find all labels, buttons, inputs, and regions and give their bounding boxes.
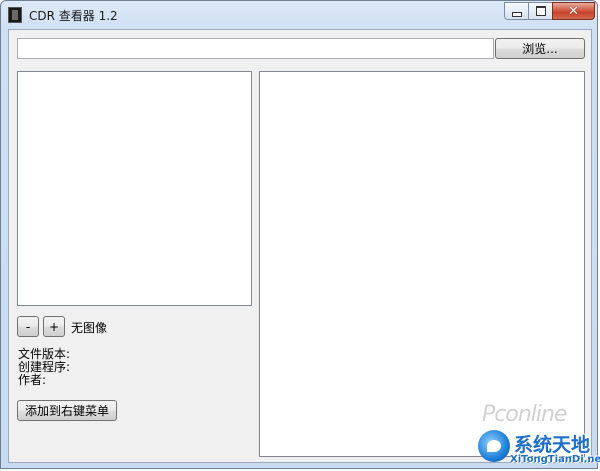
minimize-icon xyxy=(511,11,522,17)
minimize-button[interactable] xyxy=(504,2,529,20)
image-status-label: 无图像 xyxy=(71,321,108,335)
client-area: 浏览... - + 无图像 文件版本: 创建程序: 作者: 添加到右键菜单 xyxy=(8,29,592,463)
maximize-button[interactable] xyxy=(528,2,553,20)
watermark-logo-icon xyxy=(478,430,510,462)
app-icon xyxy=(8,7,22,23)
watermark: Pconline 系统天地 XiTongTianDi.net xyxy=(470,400,600,471)
window-title: CDR 查看器 1.2 xyxy=(29,9,118,23)
watermark-brand-cn: 系统天地 xyxy=(514,434,591,456)
zoom-in-button[interactable]: + xyxy=(43,316,65,337)
add-context-menu-button[interactable]: 添加到右键菜单 xyxy=(17,400,117,421)
file-path-input[interactable] xyxy=(17,38,494,59)
title-bar[interactable]: CDR 查看器 1.2 ✕ xyxy=(1,1,597,29)
author-label: 作者: xyxy=(18,373,47,387)
thumbnail-preview xyxy=(17,71,252,306)
browse-button[interactable]: 浏览... xyxy=(495,38,585,59)
close-icon: ✕ xyxy=(568,3,579,19)
zoom-out-button[interactable]: - xyxy=(17,316,39,337)
close-button[interactable]: ✕ xyxy=(552,2,595,20)
maximize-icon xyxy=(535,6,546,16)
watermark-brand-en: XiTongTianDi.net xyxy=(510,454,600,465)
pconline-watermark: Pconline xyxy=(482,402,567,427)
app-window: CDR 查看器 1.2 ✕ 浏览... - + 无图像 文件版本: 创建程序: … xyxy=(0,0,598,469)
